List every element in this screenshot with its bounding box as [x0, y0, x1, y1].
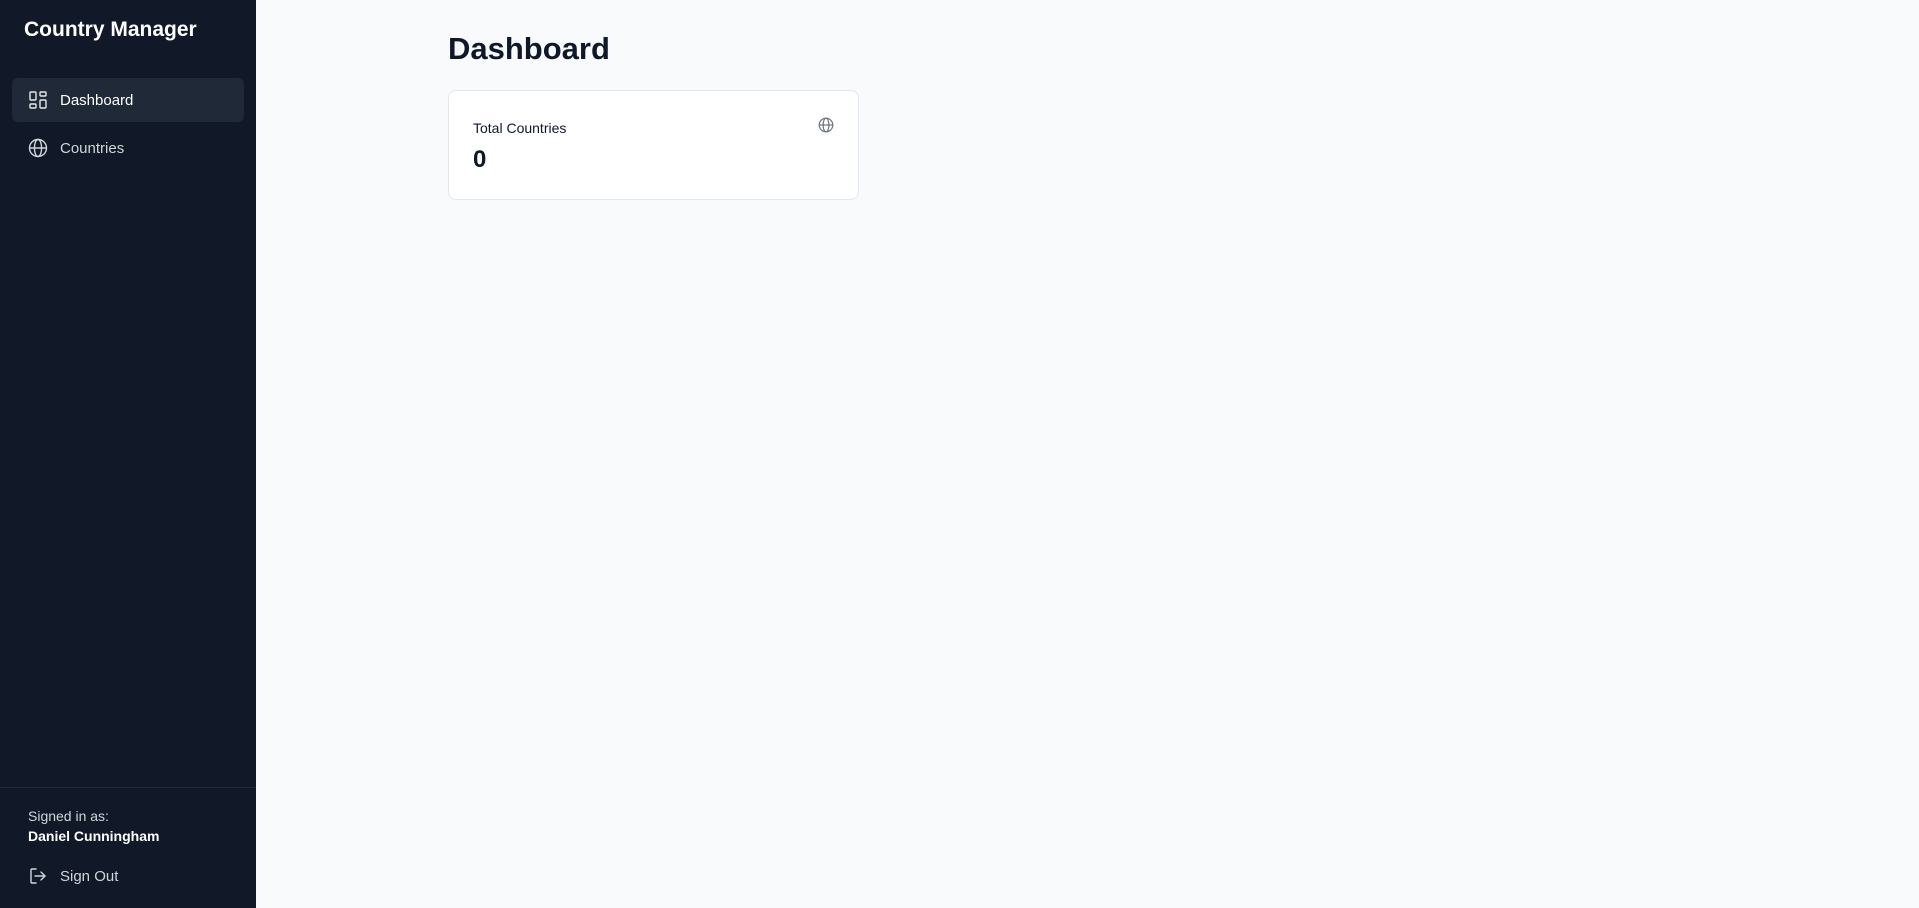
- sidebar-nav: Dashboard Countries: [0, 60, 256, 170]
- card-value: 0: [473, 146, 487, 173]
- sign-out-button[interactable]: Sign Out: [28, 866, 228, 886]
- card-header: Total Countries: [473, 117, 834, 138]
- main-content: Dashboard Total Countries 0: [256, 0, 1919, 908]
- sign-out-label: Sign Out: [60, 867, 119, 885]
- sidebar-item-label: Dashboard: [60, 91, 134, 109]
- user-name: Daniel Cunningham: [28, 828, 160, 844]
- globe-icon: [818, 117, 834, 138]
- page-title: Dashboard: [448, 31, 610, 66]
- sidebar-item-label: Countries: [60, 139, 125, 157]
- sidebar: Country Manager Dashboard Countries Sign…: [0, 0, 256, 908]
- stat-card-total-countries: Total Countries 0: [448, 90, 859, 200]
- signed-in-label: Signed in as:: [28, 808, 109, 824]
- sidebar-item-countries[interactable]: Countries: [12, 126, 244, 170]
- app-root: Country Manager Dashboard Countries Sign…: [0, 0, 1919, 908]
- sidebar-footer: Signed in as: Daniel Cunningham Sign Out: [0, 787, 256, 908]
- dashboard-icon: [28, 90, 48, 110]
- sidebar-item-dashboard[interactable]: Dashboard: [12, 78, 244, 122]
- card-label: Total Countries: [473, 119, 567, 136]
- globe-icon: [28, 138, 48, 158]
- logout-icon: [28, 866, 48, 886]
- app-title: Country Manager: [24, 18, 197, 41]
